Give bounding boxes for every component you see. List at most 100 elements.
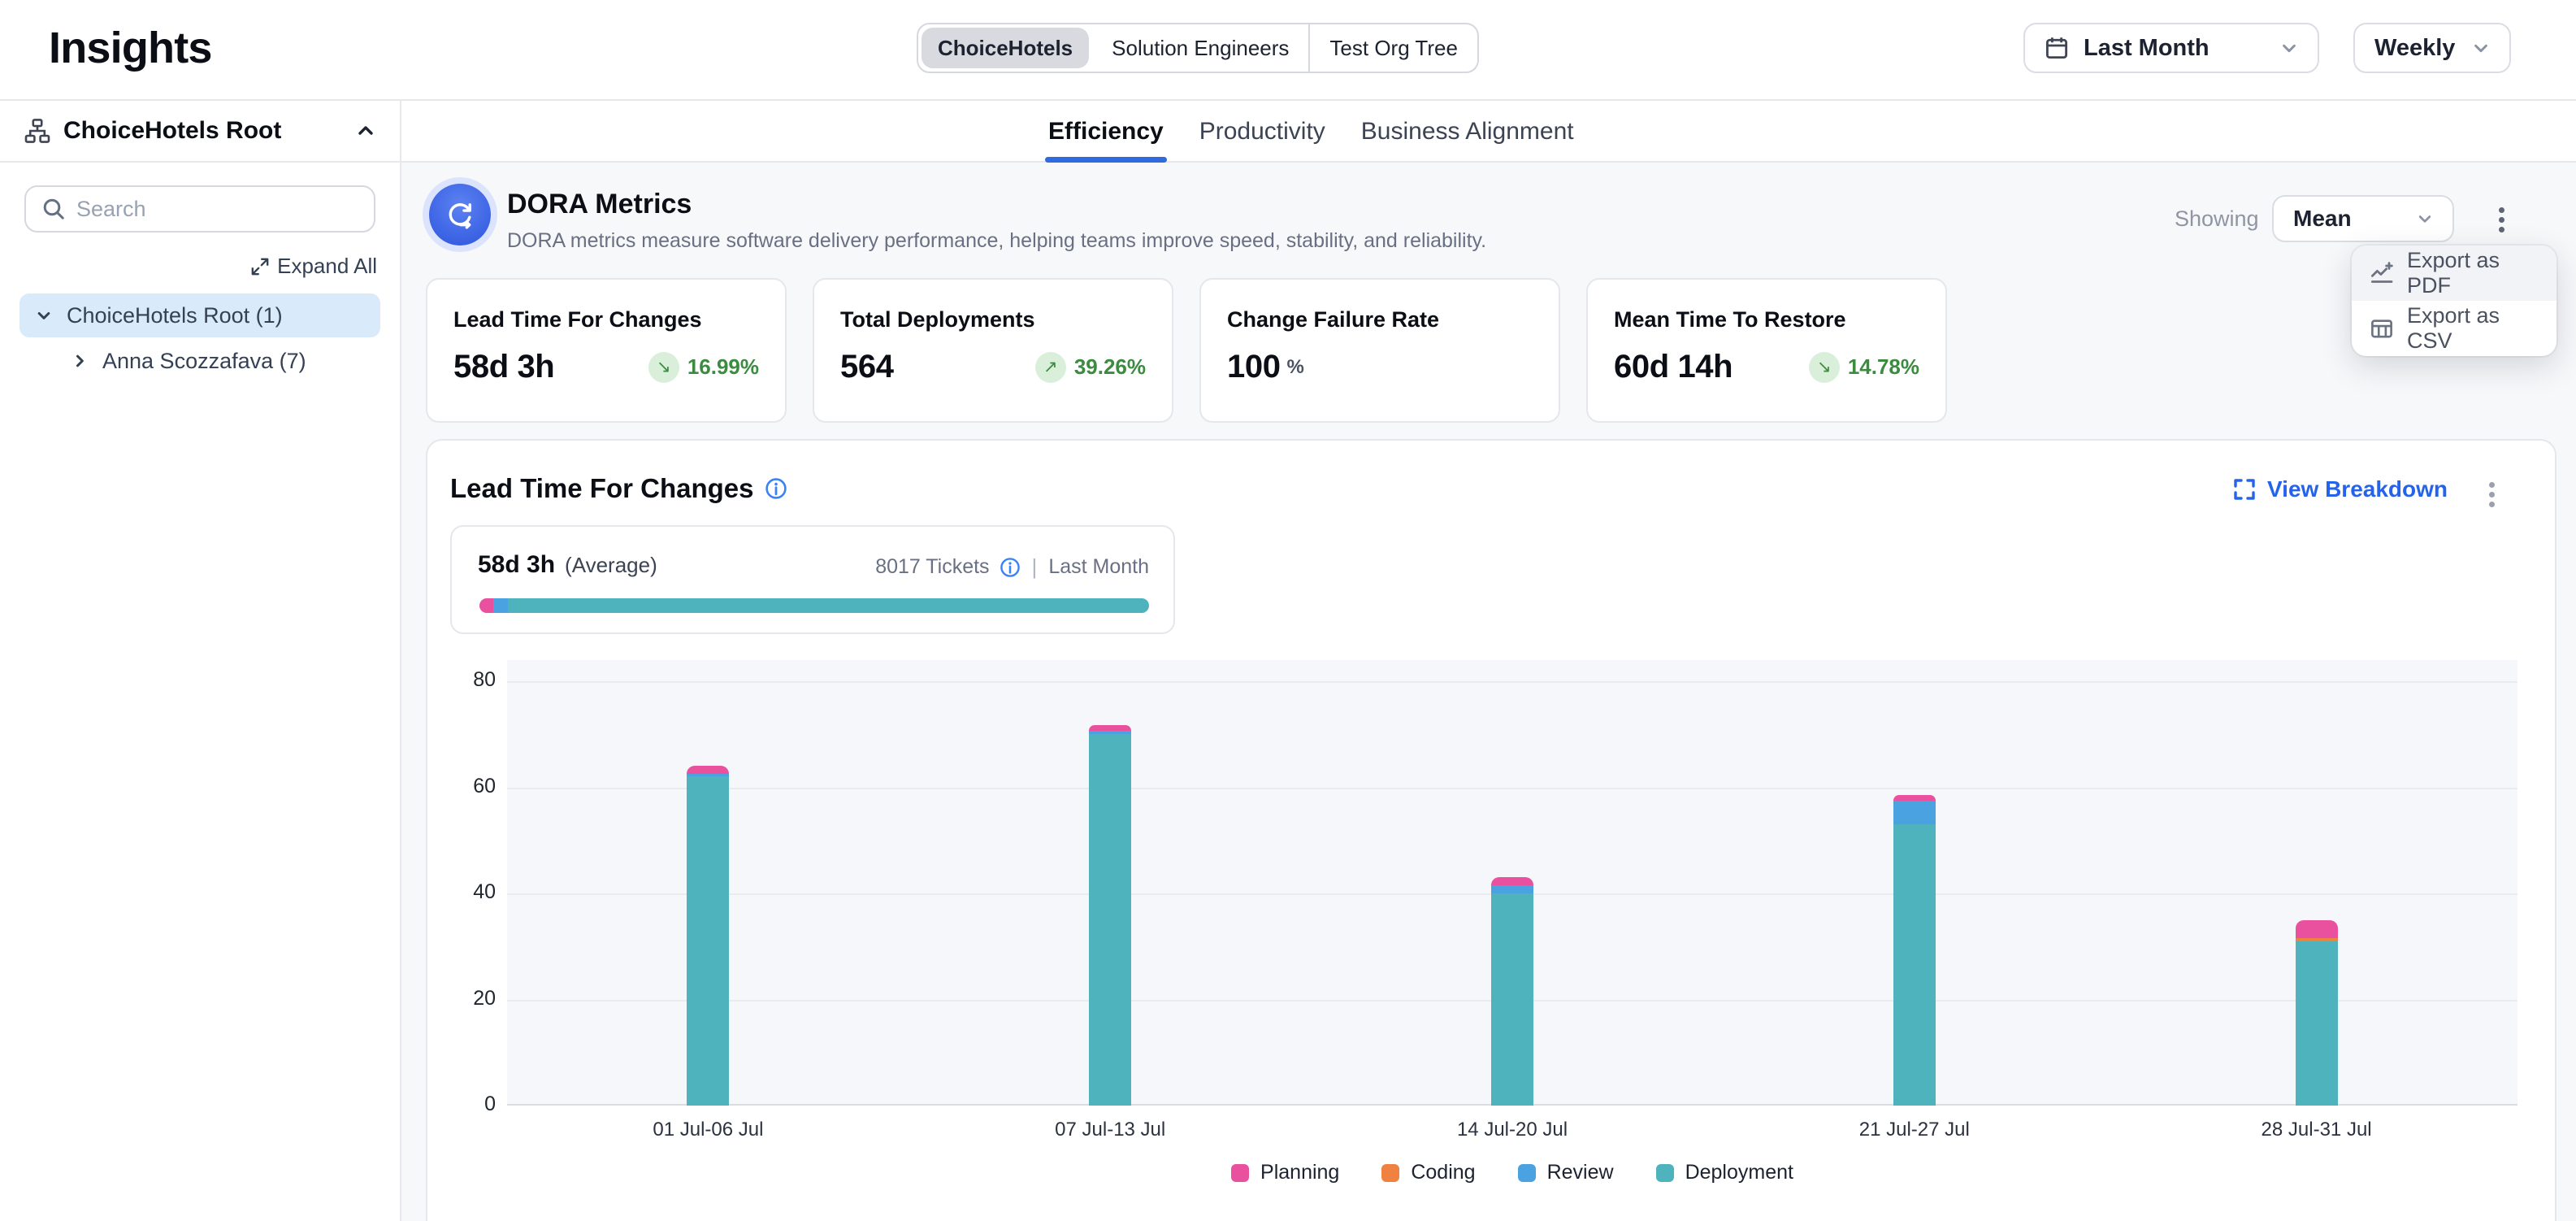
line-chart-icon	[2370, 261, 2394, 285]
section-title: Lead Time For Changes	[450, 473, 787, 504]
tab-efficiency[interactable]: Efficiency	[1048, 101, 1164, 163]
export-as-csv-item[interactable]: Export as CSV	[2352, 301, 2556, 356]
search-icon	[42, 198, 65, 220]
average-label: (Average)	[565, 553, 657, 578]
x-tick-label: 28 Jul-31 Jul	[2115, 1119, 2517, 1141]
chart-kebab-menu-button[interactable]	[2477, 473, 2506, 515]
phase-progress-bar	[479, 598, 1149, 613]
metric-card-title: Mean Time To Restore	[1614, 307, 1919, 332]
chevron-down-icon[interactable]	[36, 307, 52, 324]
y-tick-40: 40	[431, 880, 496, 904]
tree-item-anna-scozzafava[interactable]: Anna Scozzafava (7)	[55, 339, 380, 383]
legend-item-deployment[interactable]: Deployment	[1656, 1161, 1793, 1184]
review-segment[interactable]	[1893, 801, 1936, 824]
chevron-right-icon[interactable]	[72, 353, 88, 369]
deployment-segment[interactable]	[687, 776, 729, 1106]
delta-badge: ↘ 16.99%	[648, 352, 759, 383]
tree-item-label: Anna Scozzafava (7)	[102, 349, 306, 374]
bar-21 Jul-27 Jul[interactable]	[1893, 795, 1936, 1106]
metric-card-change-failure-rate[interactable]: Change Failure Rate 100 %	[1199, 278, 1560, 423]
org-tab-test-org-tree[interactable]: Test Org Tree	[1308, 24, 1477, 72]
planning-segment[interactable]	[2296, 920, 2338, 939]
planning-segment[interactable]	[1491, 877, 1533, 885]
legend-label: Planning	[1260, 1161, 1339, 1184]
tree-item-label: ChoiceHotels Root (1)	[67, 303, 283, 328]
delta-percent: 14.78%	[1848, 354, 1919, 380]
table-icon	[2370, 316, 2394, 341]
legend-item-coding[interactable]: Coding	[1381, 1161, 1475, 1184]
metric-card-lead-time[interactable]: Lead Time For Changes 58d 3h ↘ 16.99%	[426, 278, 787, 423]
info-icon[interactable]	[765, 477, 787, 500]
date-range-select[interactable]: Last Month	[2023, 23, 2319, 73]
metric-card-title: Change Failure Rate	[1227, 307, 1533, 332]
metric-card-title: Total Deployments	[840, 307, 1146, 332]
legend-label: Review	[1547, 1161, 1614, 1184]
deployment-segment[interactable]	[1893, 824, 1936, 1106]
gridline-60	[507, 788, 2517, 789]
main-area: Efficiency Productivity Business Alignme…	[401, 101, 2576, 1221]
chevron-down-icon	[2417, 211, 2433, 227]
y-tick-80: 80	[431, 668, 496, 692]
metric-card-value: 58d 3h	[453, 349, 554, 385]
trend-up-icon: ↗	[1035, 352, 1066, 383]
tab-business-alignment[interactable]: Business Alignment	[1361, 101, 1574, 163]
bar-07 Jul-13 Jul[interactable]	[1089, 725, 1131, 1106]
planning-segment[interactable]	[1089, 725, 1131, 732]
metric-card-unit: %	[1287, 356, 1304, 379]
delta-badge: ↘ 14.78%	[1809, 352, 1919, 383]
export-menu: Export as PDF Export as CSV	[2352, 246, 2556, 356]
export-as-pdf-label: Export as PDF	[2407, 248, 2539, 298]
planning-segment[interactable]	[687, 766, 729, 774]
legend-label: Deployment	[1685, 1161, 1793, 1184]
period-label: Last Month	[1048, 555, 1149, 579]
date-range-value: Last Month	[2084, 35, 2210, 62]
bar-01 Jul-06 Jul[interactable]	[687, 766, 729, 1106]
sidebar-header[interactable]: ChoiceHotels Root	[0, 101, 400, 163]
showing-select[interactable]: Mean	[2272, 195, 2454, 242]
metric-card-value: 564	[840, 349, 894, 385]
top-bar: Insights ChoiceHotels Solution Engineers…	[0, 0, 2576, 101]
view-breakdown-button[interactable]: View Breakdown	[2233, 476, 2448, 502]
tab-productivity[interactable]: Productivity	[1199, 101, 1325, 163]
export-as-pdf-item[interactable]: Export as PDF	[2352, 246, 2556, 301]
deployment-segment[interactable]	[2296, 941, 2338, 1106]
page-title: Insights	[49, 23, 212, 73]
metric-card-value: 60d 14h	[1614, 349, 1733, 385]
expand-all-button[interactable]: Expand All	[23, 254, 377, 279]
x-tick-label: 01 Jul-06 Jul	[507, 1119, 909, 1141]
gridline-80	[507, 681, 2517, 683]
chevron-up-icon[interactable]	[356, 121, 375, 141]
search-box	[24, 185, 375, 232]
sidebar-title: ChoiceHotels Root	[63, 117, 343, 145]
org-tab-choicehotels[interactable]: ChoiceHotels	[922, 28, 1089, 68]
tab-bar: Efficiency Productivity Business Alignme…	[401, 101, 2576, 163]
org-switcher: ChoiceHotels Solution Engineers Test Org…	[917, 23, 1479, 73]
bar-28 Jul-31 Jul[interactable]	[2296, 920, 2338, 1106]
showing-value: Mean	[2293, 206, 2352, 232]
metric-card-mean-time-to-restore[interactable]: Mean Time To Restore 60d 14h ↘ 14.78%	[1586, 278, 1947, 423]
trend-down-icon: ↘	[648, 352, 679, 383]
metric-card-total-deployments[interactable]: Total Deployments 564 ↗ 39.26%	[813, 278, 1173, 423]
tickets-count: 8017 Tickets	[875, 555, 989, 579]
review-segment[interactable]	[1491, 885, 1533, 893]
dora-metrics-icon	[429, 184, 491, 246]
dora-kebab-menu-button[interactable]	[2487, 198, 2516, 241]
bar-14 Jul-20 Jul[interactable]	[1491, 877, 1533, 1106]
org-tab-solution-engineers[interactable]: Solution Engineers	[1092, 24, 1308, 72]
info-icon[interactable]	[1000, 557, 1021, 578]
metric-cards-row: Lead Time For Changes 58d 3h ↘ 16.99% To…	[426, 278, 1947, 423]
y-tick-60: 60	[431, 775, 496, 798]
legend-item-review[interactable]: Review	[1518, 1161, 1614, 1184]
deployment-segment[interactable]	[1491, 893, 1533, 1106]
search-input[interactable]	[76, 197, 358, 222]
dora-metrics-title: DORA Metrics	[507, 189, 692, 220]
divider: |	[1032, 554, 1038, 580]
legend-item-planning[interactable]: Planning	[1231, 1161, 1339, 1184]
tree-item-choicehotels-root[interactable]: ChoiceHotels Root (1)	[20, 293, 380, 337]
progress-segment-planning	[479, 598, 493, 613]
granularity-select[interactable]: Weekly	[2353, 23, 2511, 73]
chart-legend: Planning Coding Review Deployment	[507, 1161, 2517, 1184]
legend-swatch	[1656, 1164, 1674, 1182]
x-tick-label: 21 Jul-27 Jul	[1713, 1119, 2115, 1141]
deployment-segment[interactable]	[1089, 734, 1131, 1106]
